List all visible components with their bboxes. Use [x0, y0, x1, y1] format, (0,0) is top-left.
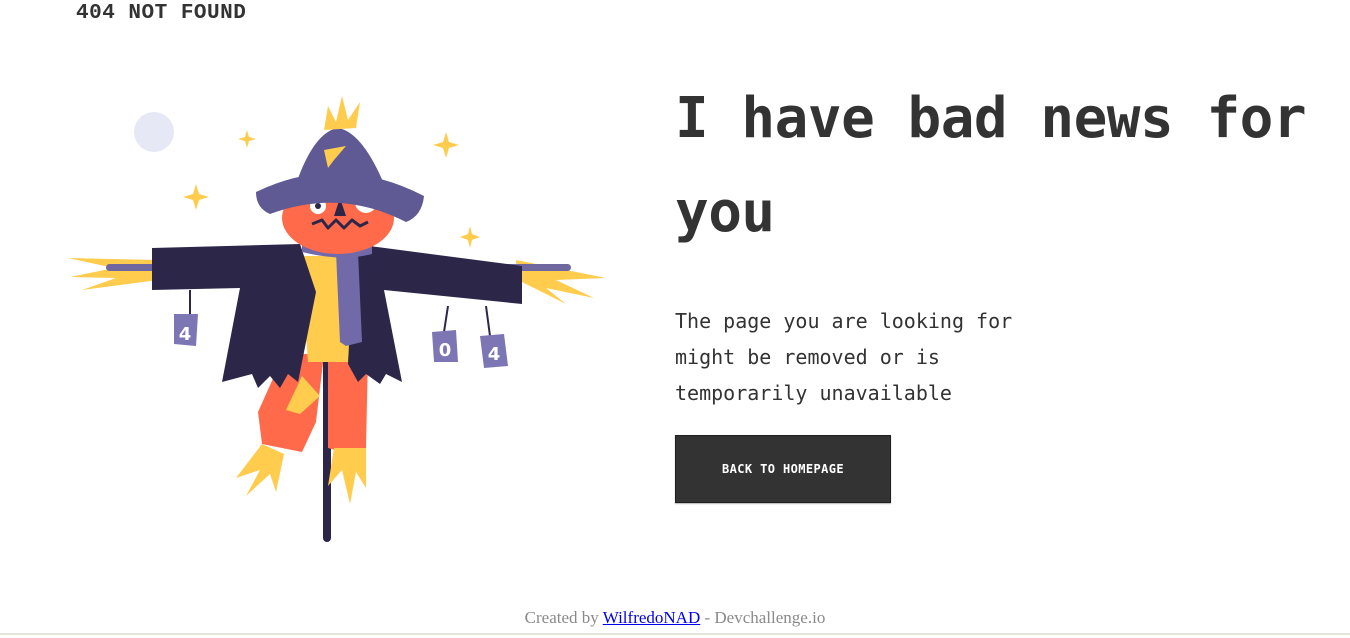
footer-suffix: - Devchallenge.io [700, 608, 826, 627]
left-hand-straw [68, 258, 158, 290]
sparkle-star [238, 130, 256, 148]
scarf-tail [336, 252, 362, 346]
site-logo-text: 404 NOT FOUND [76, 2, 247, 25]
right-foot-straw [328, 448, 366, 504]
footer-credit: Created by WilfredoNAD - Devchallenge.io [0, 606, 1350, 630]
scarecrow-illustration: 4 0 4 [66, 92, 611, 547]
can-right-label: 4 [488, 344, 501, 365]
left-foot-straw [236, 444, 284, 496]
scarecrow-svg: 4 0 4 [68, 96, 606, 542]
moon-shape [134, 112, 174, 152]
sparkle-star [433, 132, 459, 158]
back-to-homepage-button[interactable]: BACK TO HOMEPAGE [675, 435, 891, 503]
footer-prefix: Created by [524, 608, 603, 627]
can-middle-label: 0 [439, 340, 452, 361]
sparkle-star [460, 226, 480, 248]
sparkle-star [183, 184, 209, 210]
hat-straw [324, 96, 360, 130]
can-left-label: 4 [179, 324, 192, 345]
author-link[interactable]: WilfredoNAD [603, 608, 701, 627]
page-title: I have bad news for you [675, 86, 1307, 245]
bottom-divider [0, 633, 1350, 635]
error-message: The page you are looking for might be re… [675, 309, 1013, 405]
hat-crown [296, 128, 384, 184]
